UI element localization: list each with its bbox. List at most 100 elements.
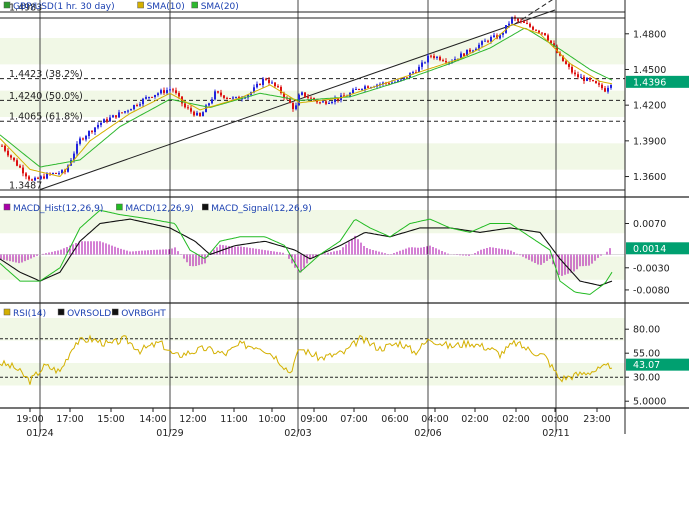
price-candle-body [292,103,294,110]
price-candle-body [571,66,573,73]
price-candle-body [82,138,84,140]
price-candle-body [532,26,534,30]
price-candle-body [142,98,144,105]
price-candle-body [265,78,267,80]
price-candle-body [4,145,6,151]
price-candle-body [88,131,90,137]
reference-line-label: 1.4423 (38.2%) [9,69,83,80]
macd-legend-label: MACD_Signal(12,26,9) [211,204,311,214]
time-tick-label: 12:00 [179,414,206,425]
price-candle-body [175,90,177,93]
price-legend-swatch [137,1,144,9]
price-candle-body [79,138,81,144]
current-value-label: 43.07 [633,360,660,371]
price-candle-body [607,87,609,92]
price-candle-body [1,145,3,147]
price-candle-body [28,176,30,180]
y-tick-label: 1.4500 [633,65,666,76]
price-legend-swatch [191,1,198,9]
price-candle-body [199,112,201,117]
price-candle-body [535,29,537,31]
macd-legend-swatch [202,203,209,211]
price-legend-label: GBP/USD(1 hr. 30 day) [13,2,115,12]
price-candle-body [580,76,582,78]
price-candle-body [163,90,165,93]
price-candle-body [115,115,117,118]
reference-line-label: 1.4065 (61.8%) [9,112,83,123]
current-value-label: 0.0014 [633,244,666,255]
price-candle-body [190,108,192,112]
price-candle-body [523,21,525,23]
price-candle-body [487,40,489,42]
y-tick-label: 1.4800 [633,29,666,40]
price-candle-body [307,96,309,98]
price-candle-body [184,103,186,108]
price-candle-body [139,104,141,106]
price-candle-body [235,96,237,98]
macd-legend-swatch [116,203,123,211]
time-tick-label: 07:00 [340,414,367,425]
price-candle-body [277,86,279,88]
macd-legend-label: MACD_Hist(12,26,9) [13,204,103,214]
price-candle-body [169,89,171,91]
price-legend-swatch [3,1,11,9]
price-candle-body [25,173,27,177]
price-candle-body [355,88,357,90]
price-candle-body [427,55,429,63]
price-candle-body [418,66,420,73]
time-tick-label: 09:00 [300,414,327,425]
price-candle-body [145,97,147,99]
rsi-legend-swatch [3,308,11,316]
price-candle-body [463,53,465,56]
price-candle-body [13,157,15,161]
price-candle-body [19,165,21,168]
price-candle-body [310,97,312,99]
price-candle-body [367,86,369,88]
price-candle-body [100,122,102,125]
price-candle-body [364,86,366,90]
price-candle-body [46,173,48,179]
date-tick-label: 01/24 [26,428,53,439]
price-candle-body [193,111,195,116]
price-candle-body [214,91,216,100]
price-candle-body [118,112,120,118]
price-candle-body [442,60,444,62]
price-candle-body [586,77,588,81]
price-candle-body [166,90,168,93]
price-candle-body [271,82,273,84]
price-candle-body [484,40,486,42]
time-tick-label: 23:00 [583,414,610,425]
y-tick-label: 1.3900 [633,136,666,147]
price-candle-body [424,62,426,64]
price-candle-body [172,89,174,91]
price-candle-body [202,112,204,117]
price-candle-body [301,92,303,95]
price-band [0,38,625,65]
price-candle-body [10,155,12,158]
price-candle-body [262,78,264,85]
price-candle-body [103,119,105,123]
y-tick-label: -0.0080 [633,285,670,296]
price-candle-body [517,18,519,21]
price-candle-body [43,176,45,179]
price-candle-body [229,98,231,100]
price-candle-body [136,104,138,106]
macd-legend-label: MACD(12,26,9) [125,204,193,214]
y-tick-label: -0.0030 [633,263,670,274]
price-candle-body [304,92,306,97]
time-tick-label: 15:00 [97,414,124,425]
date-tick-label: 02/11 [542,428,569,439]
price-candle-body [604,88,606,92]
time-tick-label: 02:00 [461,414,488,425]
date-tick-label: 02/06 [414,428,441,439]
time-tick-label: 02:00 [502,414,529,425]
price-candle-body [322,101,324,103]
y-tick-label: 0.0070 [633,219,666,230]
price-candle-body [157,93,159,95]
price-candle-body [331,101,333,104]
time-tick-label: 17:00 [56,414,83,425]
price-candle-body [130,109,132,111]
price-candle-body [268,79,270,83]
price-candle-body [178,92,180,97]
price-candle-body [7,150,9,156]
